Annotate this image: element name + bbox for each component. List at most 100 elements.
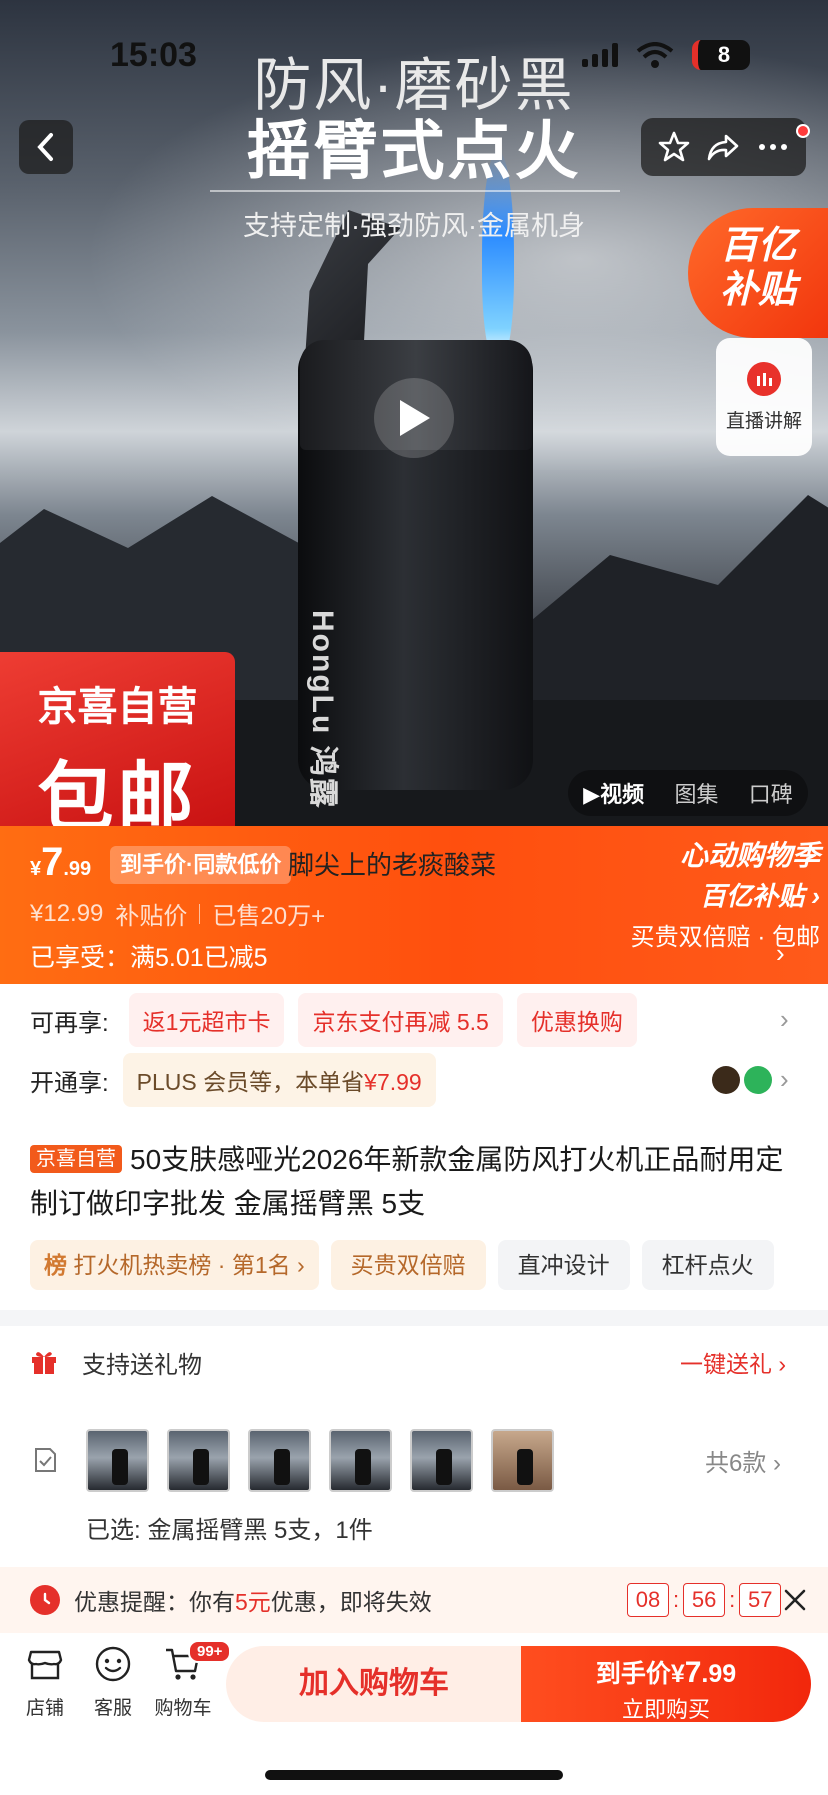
- chat-face-icon: [95, 1646, 131, 1682]
- tab-reviews[interactable]: 口碑: [749, 777, 793, 809]
- separator: [199, 903, 201, 924]
- feature-tag: 杠杆点火: [641, 1240, 774, 1290]
- price-overlay-text: 脚尖上的老痰酸菜: [288, 850, 497, 880]
- service-button[interactable]: 客服: [78, 1644, 148, 1720]
- promo-line1: 心动购物季: [679, 840, 820, 871]
- back-button[interactable]: [19, 120, 73, 174]
- timer-colon: :: [673, 1587, 680, 1612]
- lighter-brand: HongLu 鸿露: [306, 610, 339, 810]
- gift-label: 支持送礼物: [82, 1351, 202, 1379]
- chevron-left-icon: [37, 133, 53, 161]
- sku-thumbnails: [86, 1428, 554, 1492]
- gift-row[interactable]: 支持送礼物 一键送礼 ›: [0, 1330, 828, 1394]
- reminder-text: 优惠提醒：你有5元优惠，即将失效: [74, 1583, 432, 1617]
- chevron-right-icon[interactable]: ›: [780, 1004, 789, 1035]
- benefit-chip[interactable]: 返1元超市卡: [128, 993, 285, 1047]
- cart-badge: 99+: [188, 1640, 232, 1663]
- buy-price-integer: 7: [684, 1656, 702, 1689]
- plus-chip: PLUS 会员等，本单省¥7.99: [122, 1053, 436, 1107]
- cart-label: 购物车: [154, 1698, 212, 1719]
- product-gallery[interactable]: HongLu 鸿露 防风·磨砂黑 摇臂式点火 支持定制·强劲防风·金属机身 15…: [0, 0, 828, 830]
- plus-membership-row[interactable]: 开通享: PLUS 会员等，本单省¥7.99 ›: [0, 1052, 828, 1108]
- promo-line3: 买贵双倍赔 · 包邮: [630, 924, 820, 951]
- bottom-action-bar: 店铺 客服 99+ 购物车 加入购物车 到手价¥7.99 立即购买: [0, 1634, 828, 1740]
- original-price-row: ¥12.99 补贴价 已售20万+: [30, 896, 325, 931]
- buy-price-prefix: 到手价¥: [595, 1660, 685, 1688]
- plus-label: 开通享:: [30, 1069, 109, 1097]
- plus-amount: ¥7.99: [364, 1069, 422, 1095]
- reminder-prefix: 优惠提醒：你有: [74, 1589, 235, 1615]
- final-price: ¥ 7 .99: [30, 840, 91, 885]
- cart-button[interactable]: 99+ 购物车: [148, 1640, 232, 1720]
- sold-count: 已售20万+: [212, 903, 326, 930]
- plus-text: PLUS 会员等，本单省: [136, 1069, 365, 1095]
- selected-sku[interactable]: 已选: 金属摇臂黑 5支，1件: [0, 1510, 828, 1545]
- top-actions: [641, 118, 806, 176]
- store-icon: [27, 1650, 63, 1680]
- service-label: 客服: [93, 1698, 132, 1719]
- price-decimal: .99: [63, 858, 92, 880]
- plus-icons: [712, 1066, 772, 1094]
- benefit-chip[interactable]: 京东支付再减 5.5: [298, 993, 503, 1047]
- buy-now-label: 立即购买: [621, 1697, 710, 1722]
- store-badge-line1: 京喜自营: [37, 685, 198, 729]
- sku-thumbnail[interactable]: [491, 1428, 554, 1492]
- price-banner[interactable]: ¥ 7 .99 到手价·同款低价 脚尖上的老痰酸菜 ¥12.99 补贴价 已售2…: [0, 826, 828, 984]
- sku-count[interactable]: 共6款 ›: [705, 1443, 781, 1478]
- promo-campaign[interactable]: 心动购物季 百亿补贴 › 买贵双倍赔 · 包邮: [598, 834, 820, 952]
- ranking-tag[interactable]: 榜 打火机热卖榜 · 第1名 ›: [30, 1240, 319, 1290]
- star-icon[interactable]: [657, 130, 691, 164]
- product-title: 京喜自营 50支肤感哑光2026年新款金属防风打火机正品耐用定制订做印字批发 金属…: [0, 1138, 828, 1226]
- chevron-right-icon[interactable]: ›: [780, 1064, 789, 1095]
- crown-icon: [712, 1066, 740, 1094]
- section-divider: [0, 1310, 828, 1326]
- hero-divider: [210, 190, 620, 192]
- status-time: 15:03: [110, 36, 197, 74]
- sku-selector[interactable]: 共6款 ›: [0, 1420, 828, 1500]
- timer-colon: :: [729, 1587, 736, 1612]
- timer-seconds: 57: [739, 1583, 782, 1617]
- store-badge-line2: 包邮: [37, 756, 198, 830]
- sku-thumbnail[interactable]: [86, 1428, 149, 1492]
- extra-benefits-row[interactable]: 可再享: 返1元超市卡 京东支付再减 5.5 优惠换购 ›: [0, 990, 828, 1050]
- tab-gallery[interactable]: 图集: [674, 777, 718, 809]
- media-tabs: ▶视频 图集 口碑: [568, 770, 808, 816]
- sku-thumbnail[interactable]: [167, 1428, 230, 1492]
- enjoyed-discount: 已享受：满5.01已减5: [30, 944, 268, 972]
- self-operated-tag: 京喜自营: [30, 1145, 122, 1173]
- notification-dot: [796, 124, 810, 138]
- more-icon[interactable]: [756, 130, 790, 164]
- live-explain-button[interactable]: 直播讲解: [716, 338, 812, 456]
- share-icon[interactable]: [706, 130, 740, 164]
- original-price: ¥12.99: [30, 899, 104, 927]
- live-icon: [747, 361, 781, 396]
- benefits-label: 可再享:: [30, 1009, 109, 1037]
- close-icon[interactable]: [780, 1585, 810, 1615]
- live-label: 直播讲解: [725, 410, 802, 432]
- subsidy-badge[interactable]: 百亿 补贴: [688, 208, 828, 338]
- play-icon: [400, 400, 430, 436]
- wifi-icon: [636, 42, 674, 68]
- sku-thumbnail[interactable]: [410, 1428, 473, 1492]
- store-button[interactable]: 店铺: [10, 1644, 80, 1720]
- price-tag: 到手价·同款低价: [110, 846, 292, 884]
- signal-icon: [582, 43, 618, 67]
- subsidy-price-label: 补贴价: [115, 903, 188, 930]
- buy-price-decimal: .99: [701, 1660, 737, 1688]
- buy-now-button[interactable]: 到手价¥7.99 立即购买: [521, 1646, 811, 1722]
- sku-thumbnail[interactable]: [248, 1428, 311, 1492]
- home-indicator[interactable]: [265, 1770, 563, 1780]
- price-integer: 7: [41, 840, 64, 884]
- benefit-chip[interactable]: 优惠换购: [516, 993, 637, 1047]
- discount-reminder: 优惠提醒：你有5元优惠，即将失效 08 : 56 : 57: [0, 1567, 828, 1633]
- status-icons: 8: [582, 40, 750, 70]
- sku-thumbnail[interactable]: [329, 1428, 392, 1492]
- play-video-button[interactable]: [374, 378, 454, 458]
- send-gift-link[interactable]: 一键送礼 ›: [680, 1345, 786, 1379]
- price-currency: ¥: [30, 858, 42, 880]
- timer-hours: 08: [627, 1583, 669, 1617]
- feature-tag: 直冲设计: [497, 1240, 630, 1290]
- tab-video[interactable]: ▶视频: [583, 777, 644, 809]
- add-to-cart-button[interactable]: 加入购物车: [226, 1646, 522, 1722]
- gift-icon: [32, 1352, 56, 1374]
